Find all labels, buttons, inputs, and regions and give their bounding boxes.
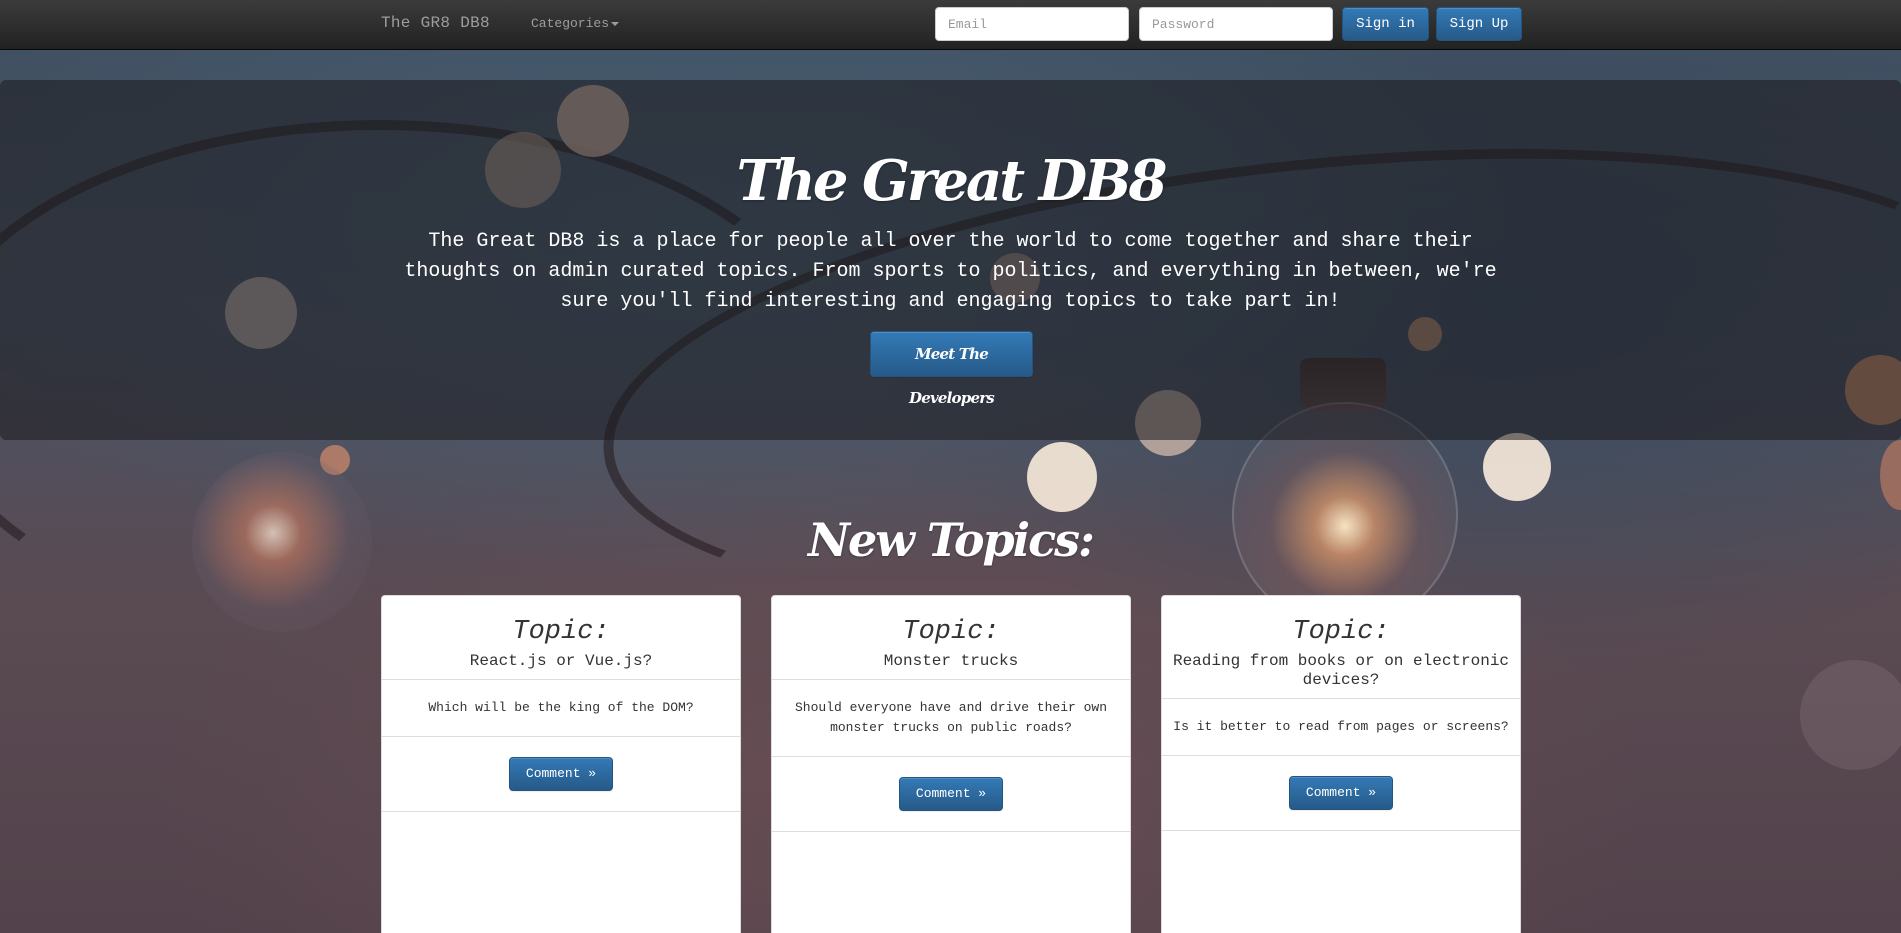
comment-button[interactable]: Comment » bbox=[1289, 776, 1393, 810]
topic-card: Topic: Monster trucks Should everyone ha… bbox=[771, 595, 1131, 933]
topic-card-header: Topic: React.js or Vue.js? bbox=[382, 596, 740, 680]
topic-title: React.js or Vue.js? bbox=[469, 652, 653, 670]
caret-down-icon bbox=[611, 21, 620, 26]
topic-card-header: Topic: Reading from books or on electron… bbox=[1162, 596, 1520, 699]
password-input[interactable] bbox=[1139, 7, 1333, 41]
email-input[interactable] bbox=[935, 7, 1129, 41]
topic-title: Reading from books or on electronic devi… bbox=[1172, 652, 1510, 689]
topic-card: Topic: Reading from books or on electron… bbox=[1161, 595, 1521, 933]
topic-label: Topic: bbox=[902, 617, 1000, 647]
categories-dropdown[interactable]: Categories bbox=[531, 16, 620, 31]
sign-up-button[interactable]: Sign Up bbox=[1436, 7, 1522, 41]
topic-title: Monster trucks bbox=[883, 652, 1019, 670]
categories-label: Categories bbox=[531, 16, 610, 31]
topic-card: Topic: React.js or Vue.js? Which will be… bbox=[381, 595, 741, 933]
hero-title: The Great DB8 bbox=[736, 148, 1168, 214]
topic-card-footer: Comment » bbox=[772, 757, 1130, 832]
topic-card-footer: Comment » bbox=[382, 737, 740, 812]
brand-link[interactable]: The GR8 DB8 bbox=[381, 14, 490, 32]
sign-in-button[interactable]: Sign in bbox=[1342, 7, 1429, 41]
meet-developers-button[interactable]: Meet The Developers bbox=[870, 331, 1033, 407]
new-topics-heading: New Topics: bbox=[807, 513, 1095, 567]
comment-button[interactable]: Comment » bbox=[509, 757, 613, 791]
topic-card-header: Topic: Monster trucks bbox=[772, 596, 1130, 680]
topic-question: Which will be the king of the DOM? bbox=[382, 680, 740, 737]
topic-card-footer: Comment » bbox=[1162, 756, 1520, 831]
topic-label: Topic: bbox=[1292, 617, 1390, 647]
topic-question: Is it better to read from pages or scree… bbox=[1162, 699, 1520, 756]
top-navbar: The GR8 DB8 Categories Sign in Sign Up bbox=[0, 0, 1901, 50]
hero-description: The Great DB8 is a place for people all … bbox=[404, 230, 1497, 313]
topic-question: Should everyone have and drive their own… bbox=[772, 680, 1130, 757]
comment-button[interactable]: Comment » bbox=[899, 777, 1003, 811]
topic-label: Topic: bbox=[512, 617, 610, 647]
